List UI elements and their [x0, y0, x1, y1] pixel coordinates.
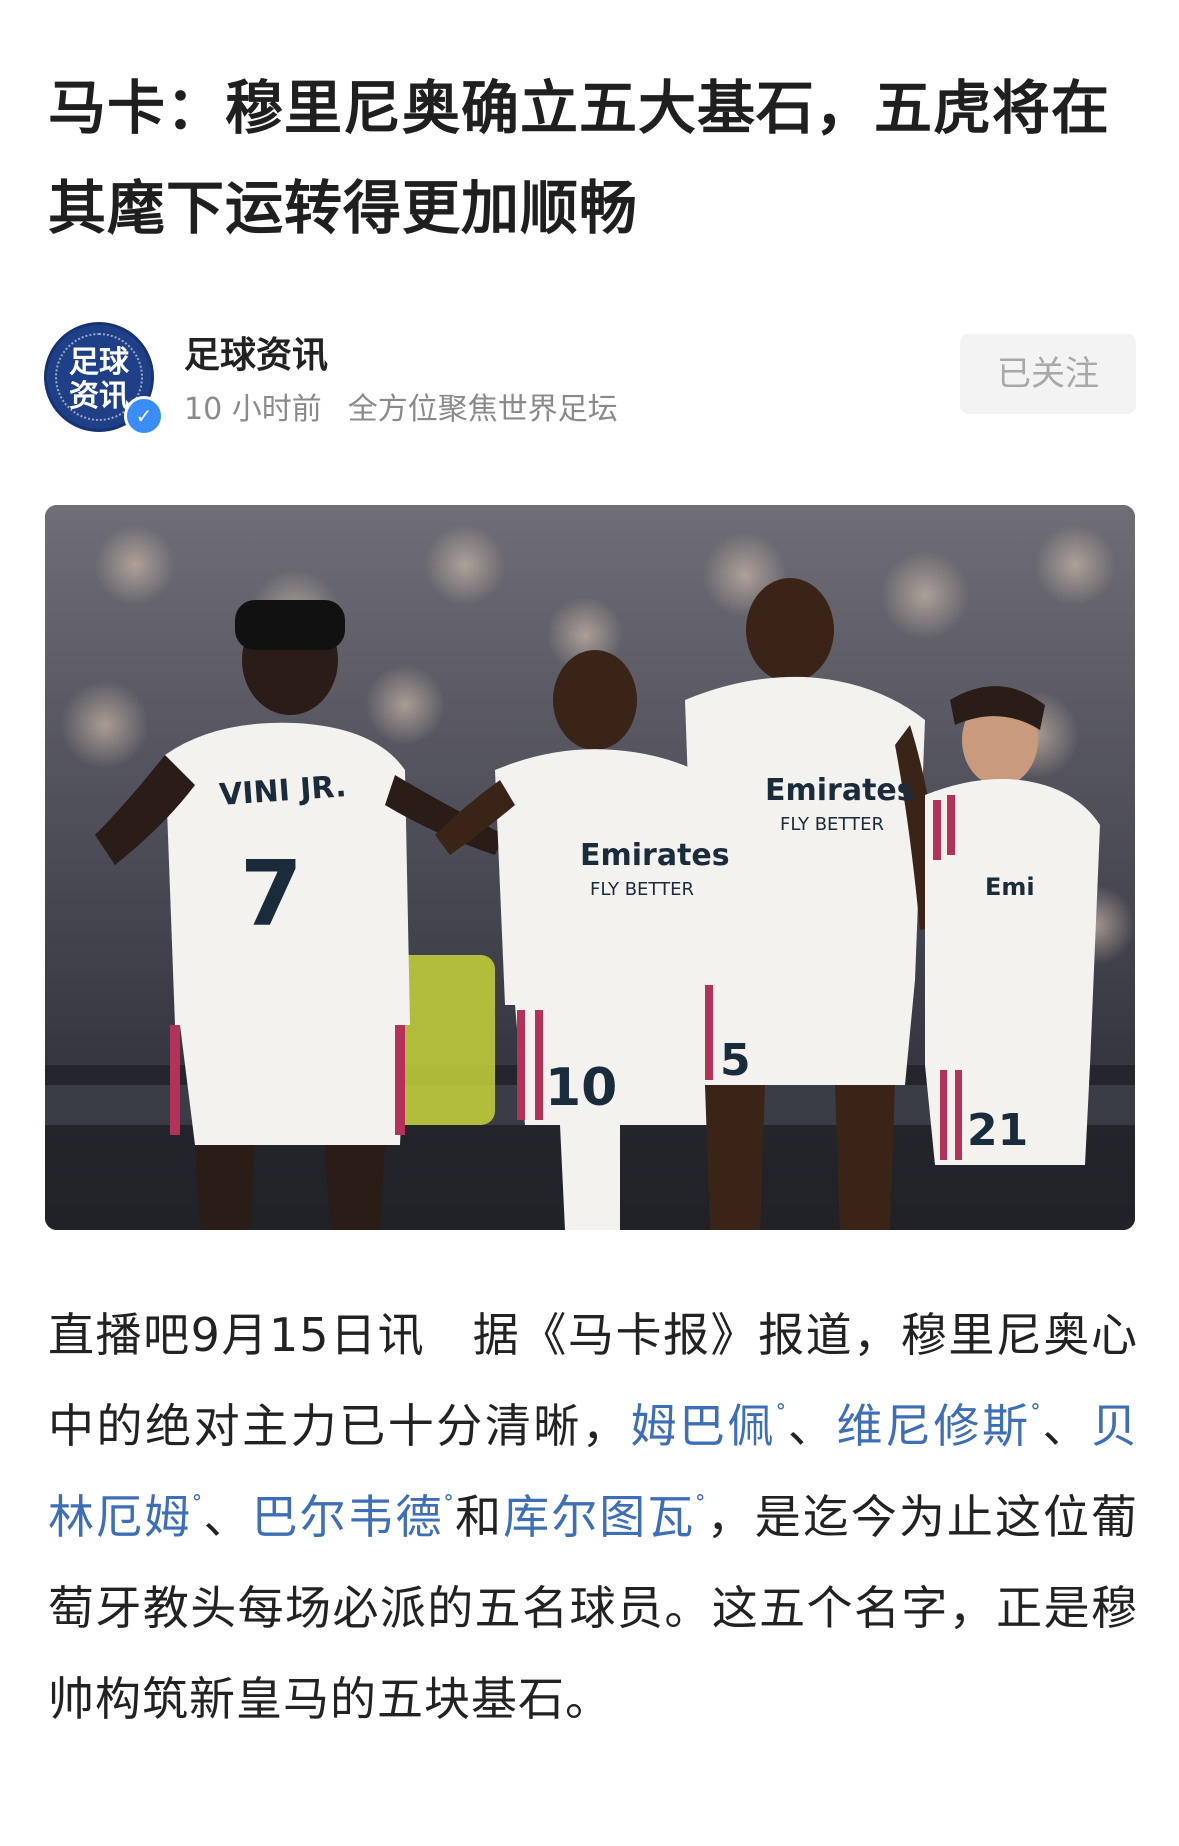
- author-meta: 10 小时前 全方位聚焦世界足坛: [184, 390, 618, 430]
- player-link-vinicius[interactable]: 维尼修斯: [836, 1399, 1030, 1453]
- sponsor-subtext: FLY BETTER: [780, 814, 884, 835]
- verified-check-icon: ✓: [124, 396, 164, 436]
- search-icon[interactable]: ᐤ: [1031, 1397, 1041, 1425]
- search-icon[interactable]: ᐤ: [192, 1488, 202, 1516]
- article-title: 马卡：穆里尼奥确立五大基石，五虎将在其麾下运转得更加顺畅: [48, 74, 1111, 242]
- jersey-number: 7: [240, 842, 303, 947]
- author-name[interactable]: 足球资讯: [184, 334, 328, 378]
- player-link-mbappe[interactable]: 姆巴佩: [630, 1399, 776, 1453]
- conjunction: 和: [454, 1490, 504, 1544]
- separator: 、: [202, 1490, 252, 1544]
- shorts-number: 10: [545, 1058, 617, 1118]
- sponsor-text: Emirates: [580, 838, 730, 873]
- shorts-number: 21: [967, 1105, 1028, 1156]
- publish-time: 10 小时前: [184, 392, 322, 427]
- follow-button[interactable]: 已关注: [960, 334, 1136, 414]
- sponsor-text: Emi: [985, 873, 1035, 901]
- author-bar: 足球 资讯 ✓ 足球资讯 10 小时前 全方位聚焦世界足坛 已关注: [44, 318, 1136, 438]
- sponsor-subtext: FLY BETTER: [590, 879, 694, 900]
- player-link-valverde[interactable]: 巴尔韦德: [252, 1490, 444, 1544]
- shorts-number: 5: [720, 1035, 751, 1086]
- author-tagline: 全方位聚焦世界足坛: [347, 392, 618, 427]
- avatar-logo-text: 足球: [69, 345, 129, 380]
- search-icon[interactable]: ᐤ: [776, 1397, 786, 1425]
- search-icon[interactable]: ᐤ: [444, 1488, 454, 1516]
- players-illustration: VINI JR. 7 Emirates FLY BETTER 10 Emirat…: [45, 505, 1135, 1230]
- article-page: { "article": { "title": "马卡：穆里尼奥确立五大基石，五…: [0, 0, 1179, 1846]
- article-photo[interactable]: VINI JR. 7 Emirates FLY BETTER 10 Emirat…: [45, 505, 1135, 1230]
- player-link-courtois[interactable]: 库尔图瓦: [503, 1490, 695, 1544]
- article-body: 直播吧9月15日讯 据《马卡报》报道，穆里尼奥心中的绝对主力已十分清晰，姆巴佩ᐤ…: [48, 1290, 1138, 1745]
- separator: 、: [786, 1399, 837, 1453]
- sponsor-text: Emirates: [765, 773, 915, 808]
- search-icon[interactable]: ᐤ: [695, 1488, 705, 1516]
- separator: 、: [1040, 1399, 1092, 1453]
